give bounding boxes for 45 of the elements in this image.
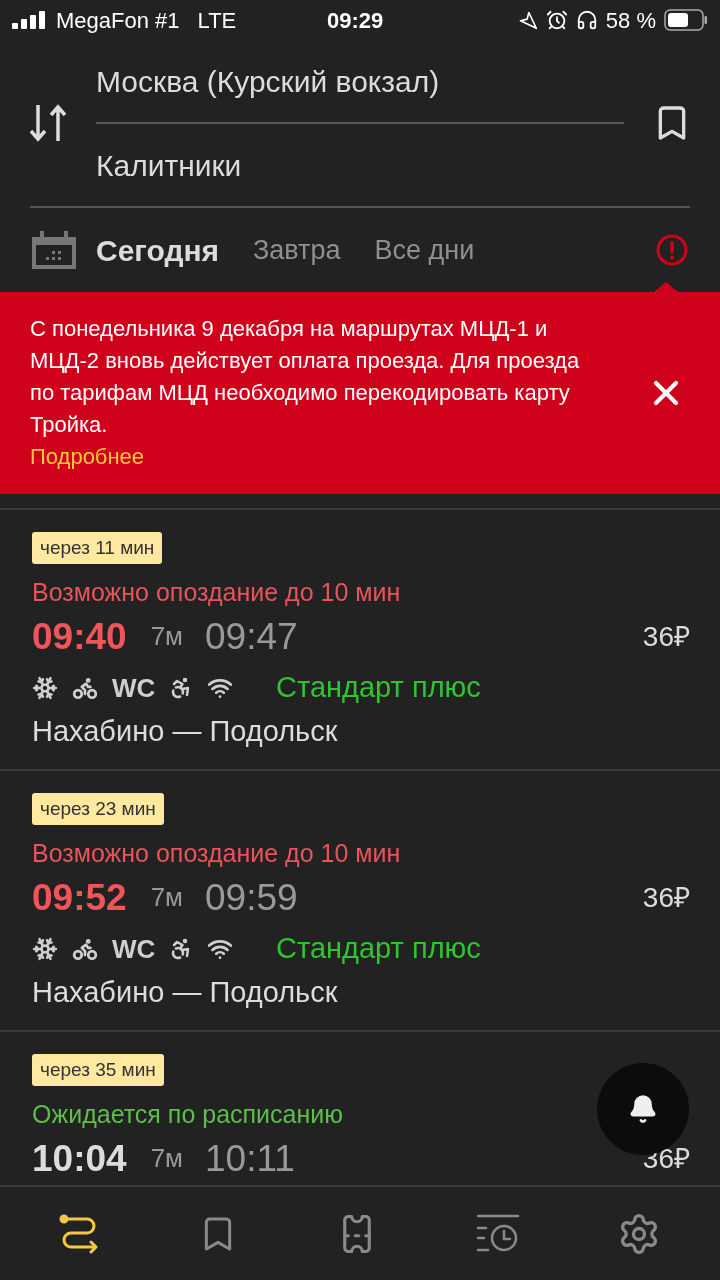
- train-category: Стандарт плюс: [276, 669, 481, 705]
- travel-duration: 7м: [150, 881, 183, 914]
- train-route: Нахабино — Подольск: [32, 713, 338, 749]
- date-tab[interactable]: Сегодня: [96, 227, 220, 273]
- battery-percent: 58 %: [605, 6, 656, 35]
- ticket-price: 36₽: [642, 880, 690, 915]
- carrier-name: MegaFon #1: [56, 6, 180, 35]
- train-category: Стандарт плюс: [276, 930, 481, 966]
- clock-time: 09:29: [327, 6, 384, 35]
- departure-time: 09:40: [32, 614, 127, 659]
- countdown-badge: через 35 мин: [32, 1054, 164, 1086]
- signal-icon: [12, 11, 46, 29]
- departure-time: 10:04: [32, 1136, 127, 1181]
- snowflake-icon: [32, 674, 58, 701]
- train-status: Возможно опоздание до 10 мин: [32, 577, 401, 608]
- network-type: LTE: [197, 6, 237, 35]
- more-link[interactable]: Подробнее: [30, 441, 145, 473]
- origin-station[interactable]: Москва (Курский вокзал): [96, 40, 624, 122]
- ticket-price: 36₽: [642, 619, 690, 654]
- train-status: Ожидается по расписанию: [32, 1099, 343, 1130]
- calendar-icon[interactable]: [32, 231, 76, 269]
- destination-station[interactable]: Калитники: [96, 124, 624, 206]
- arrival-time: 09:47: [205, 614, 298, 659]
- train-status: Возможно опоздание до 10 мин: [32, 838, 401, 869]
- date-tab[interactable]: Все дни: [374, 229, 475, 271]
- travel-duration: 7м: [150, 1142, 183, 1175]
- snowflake-icon: [32, 935, 58, 962]
- warning-icon[interactable]: [656, 234, 688, 266]
- departure-time: 09:52: [32, 875, 127, 920]
- alarm-icon: [545, 9, 568, 31]
- countdown-badge: через 11 мин: [32, 532, 163, 564]
- battery-icon: [664, 9, 708, 31]
- travel-duration: 7м: [150, 620, 183, 653]
- headphones-icon: [575, 9, 598, 31]
- arrival-time: 09:59: [205, 875, 298, 920]
- bell-icon: [628, 1094, 658, 1124]
- countdown-badge: через 23 мин: [32, 793, 164, 825]
- train-route: Нахабино — Подольск: [32, 974, 338, 1010]
- alert-message: С понедельника 9 декабря на маршрутах МЦД-1 и МЦД-2 вновь действует оплата проезда. Для проезда по тарифам МЦД необходимо перекодировать карту Тройка.: [30, 315, 581, 439]
- toilet-label: WC: [112, 674, 156, 701]
- location-icon: [517, 10, 538, 30]
- date-tab[interactable]: Завтра: [253, 229, 341, 271]
- toilet-label: WC: [112, 935, 156, 962]
- arrival-time: 10:11: [205, 1136, 295, 1181]
- swap-icon[interactable]: [28, 103, 68, 143]
